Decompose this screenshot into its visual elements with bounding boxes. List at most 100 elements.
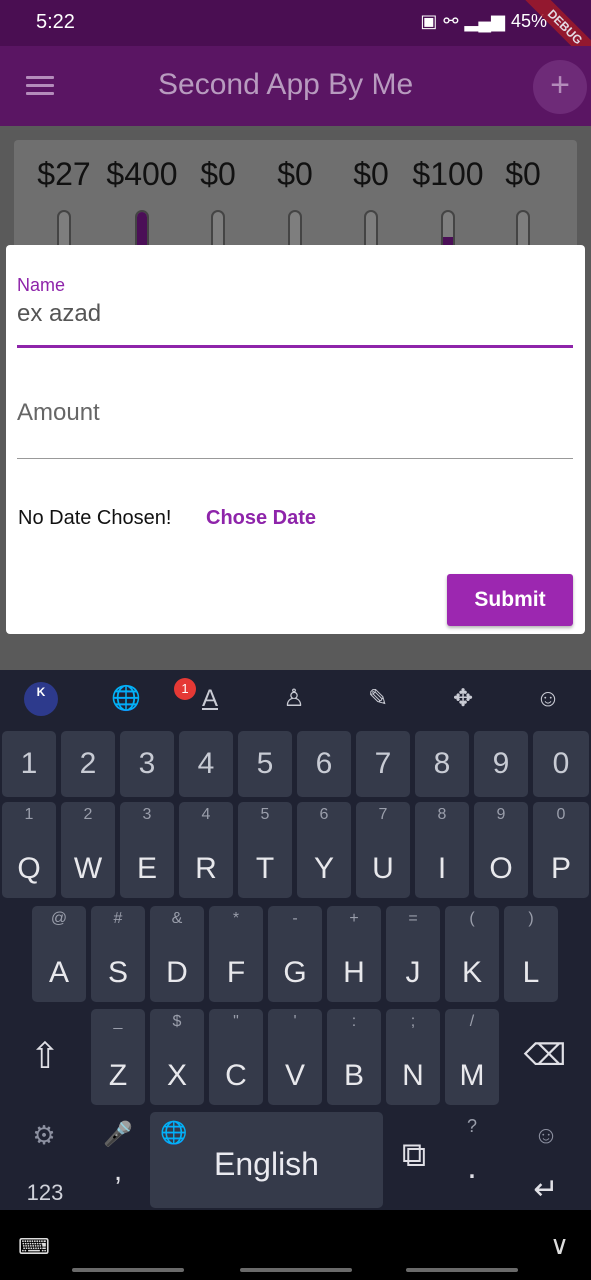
- bar-tube: [516, 210, 530, 250]
- key-7[interactable]: 7: [356, 731, 410, 797]
- signal-icon: ▂▄▆: [464, 11, 505, 31]
- key-m[interactable]: / M: [445, 1009, 499, 1105]
- app-bar: Second App By Me +: [0, 46, 591, 126]
- date-status: No Date Chosen!: [18, 507, 172, 529]
- key-d[interactable]: & D: [150, 906, 204, 1002]
- menu-icon[interactable]: [26, 76, 54, 96]
- cursor-move-icon[interactable]: ✥: [448, 684, 478, 714]
- chart-bar: $0: [485, 156, 561, 250]
- globe-icon[interactable]: 🌐: [111, 684, 141, 714]
- bar-tube: [364, 210, 378, 250]
- key-2[interactable]: 2: [61, 731, 115, 797]
- chart-bar: $0: [180, 156, 256, 250]
- key-s[interactable]: # S: [91, 906, 145, 1002]
- theme-shirt-icon[interactable]: ♙: [279, 684, 309, 714]
- name-underline: [17, 345, 573, 348]
- key-r[interactable]: 4R: [179, 802, 233, 898]
- emoji-icon[interactable]: ☺: [533, 684, 563, 714]
- settings-gear-icon[interactable]: ⚙: [28, 1120, 60, 1151]
- key-i[interactable]: 8I: [415, 802, 469, 898]
- key-l[interactable]: ) L: [504, 906, 558, 1002]
- key-a[interactable]: @ A: [32, 906, 86, 1002]
- chart-bar: $0: [257, 156, 333, 250]
- amount-underline: [17, 458, 573, 459]
- status-time: 5:22: [36, 11, 75, 33]
- chose-date-button[interactable]: Chose Date: [206, 507, 316, 530]
- key-n[interactable]: ; N: [386, 1009, 440, 1105]
- microphone-icon[interactable]: 🎤: [102, 1120, 134, 1149]
- emoji-key-icon[interactable]: ☺: [530, 1122, 562, 1150]
- key-g[interactable]: -G: [268, 906, 322, 1002]
- key-4[interactable]: 4: [179, 731, 233, 797]
- system-nav-bar: ⌨ ∨: [0, 1210, 591, 1280]
- key-e[interactable]: 3E: [120, 802, 174, 898]
- name-input[interactable]: ex azad: [17, 300, 573, 328]
- mode-123-key[interactable]: 123: [8, 1180, 82, 1206]
- key-h[interactable]: + H: [327, 906, 381, 1002]
- bar-tube: [211, 210, 225, 250]
- key-1[interactable]: 1: [2, 731, 56, 797]
- period-key[interactable]: .: [456, 1148, 488, 1187]
- shift-key[interactable]: ⇧: [20, 1035, 70, 1076]
- key-k[interactable]: (K: [445, 906, 499, 1002]
- chart-bar: $400: [104, 156, 180, 250]
- key-0[interactable]: 0: [533, 731, 589, 797]
- new-transaction-sheet: Name ex azad Amount No Date Chosen! Chos…: [6, 245, 585, 634]
- key-5[interactable]: 5: [238, 731, 292, 797]
- bar-amount: $0: [277, 156, 313, 192]
- key-x[interactable]: $ X: [150, 1009, 204, 1105]
- app-title: Second App By Me: [158, 68, 414, 101]
- enter-key[interactable]: ↵: [524, 1172, 568, 1207]
- key-w[interactable]: 2W: [61, 802, 115, 898]
- chart-bar: $0: [333, 156, 409, 250]
- key-6[interactable]: 6: [297, 731, 351, 797]
- question-hint: ?: [466, 1116, 477, 1136]
- bar-tube: [441, 210, 455, 250]
- key-9[interactable]: 9: [474, 731, 528, 797]
- soft-keyboard: K 🌐 A 1 ♙ ✎ ✥ ☺ 1 2 3 4 5 6 7 8 9 0 1Q 2…: [0, 670, 591, 1210]
- bar-amount: $400: [106, 156, 178, 192]
- amount-field[interactable]: Amount: [17, 399, 573, 459]
- key-j[interactable]: = J: [386, 906, 440, 1002]
- bar-amount: $0: [200, 156, 236, 192]
- key-z[interactable]: _ Z: [91, 1009, 145, 1105]
- bar-tube: [57, 210, 71, 250]
- key-u[interactable]: 7U: [356, 802, 410, 898]
- status-bar: 5:22 ▣ ⚯ ▂▄▆ 45% DEBUG: [0, 0, 591, 76]
- comma-key[interactable]: ,: [104, 1154, 132, 1188]
- amount-input[interactable]: Amount: [17, 399, 573, 427]
- bar-amount: $100: [412, 156, 484, 192]
- bar-fill: [137, 212, 147, 248]
- key-p[interactable]: 0P: [533, 802, 589, 898]
- name-field[interactable]: Name ex azad: [17, 275, 573, 348]
- bar-tube: [288, 210, 302, 250]
- backspace-key[interactable]: ⌫: [520, 1038, 570, 1074]
- key-t[interactable]: 5T: [238, 802, 292, 898]
- key-y[interactable]: 6Y: [297, 802, 351, 898]
- brush-icon[interactable]: ✎: [363, 684, 393, 714]
- name-label: Name: [17, 275, 66, 295]
- bar-amount: $0: [505, 156, 541, 192]
- key-c[interactable]: " C: [209, 1009, 263, 1105]
- weekly-chart: $27 $400 $0 $0 $0 $100 $0: [14, 140, 577, 260]
- key-q[interactable]: 1Q: [2, 802, 56, 898]
- space-key[interactable]: 🌐 English: [150, 1112, 383, 1208]
- add-button[interactable]: +: [533, 60, 587, 114]
- chart-bar: $27: [26, 156, 102, 250]
- submit-button[interactable]: Submit: [447, 574, 573, 626]
- key-b[interactable]: :B: [327, 1009, 381, 1105]
- nav-pill: [406, 1268, 518, 1272]
- keyboard-logo-icon[interactable]: K: [24, 682, 58, 716]
- key-3[interactable]: 3: [120, 731, 174, 797]
- lock-icon: ▣: [420, 11, 438, 31]
- keyboard-toolbar: K 🌐 A 1 ♙ ✎ ✥ ☺: [0, 670, 591, 728]
- key-8[interactable]: 8: [415, 731, 469, 797]
- key-v[interactable]: ' V: [268, 1009, 322, 1105]
- clipboard-icon[interactable]: ⧉: [394, 1136, 434, 1175]
- bar-tube: [135, 210, 149, 250]
- chevron-down-icon[interactable]: ∨: [550, 1230, 569, 1261]
- key-o[interactable]: 9O: [474, 802, 528, 898]
- font-icon[interactable]: A: [195, 684, 225, 714]
- key-f[interactable]: * F: [209, 906, 263, 1002]
- keyboard-switch-icon[interactable]: ⌨: [18, 1234, 50, 1260]
